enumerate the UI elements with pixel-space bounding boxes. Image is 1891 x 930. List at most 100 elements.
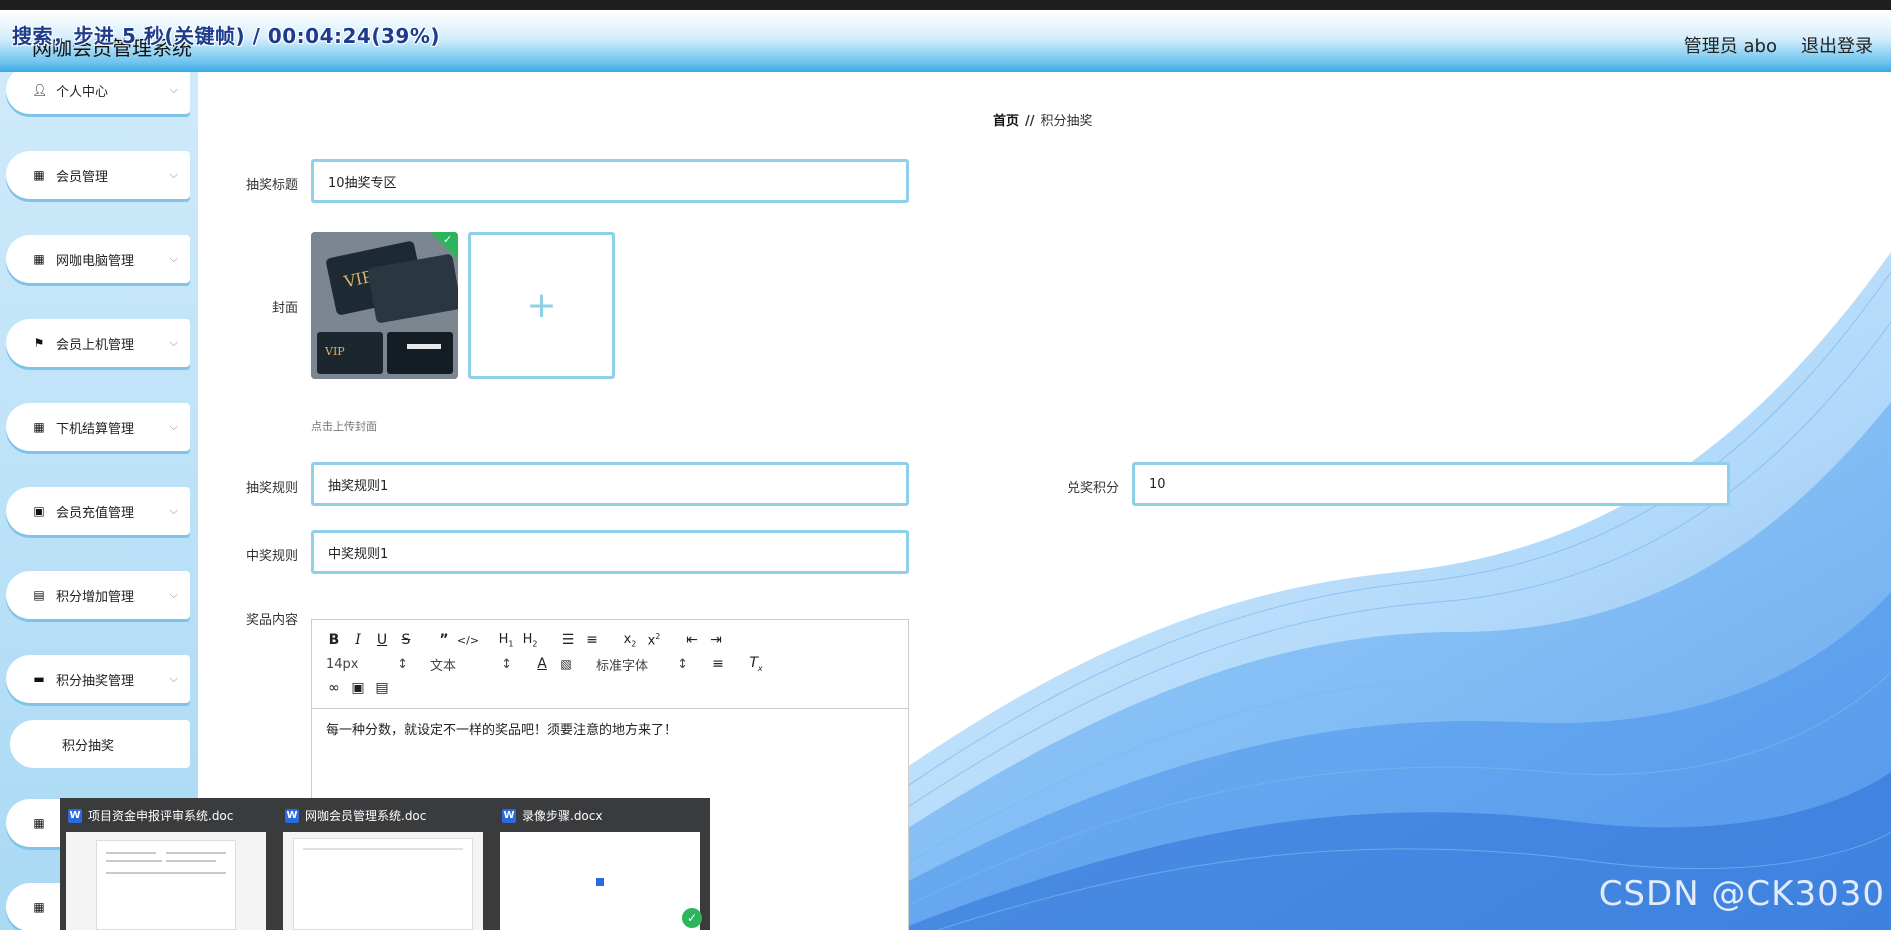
title-label: 抽奖标题 — [245, 178, 298, 193]
word-icon: W — [502, 808, 516, 823]
breadcrumb-home[interactable]: 首页 — [993, 114, 1019, 129]
grid-icon: ▦ — [33, 168, 45, 182]
outdent-icon[interactable]: ⇤ — [680, 632, 704, 648]
taskbar-window-title: 项目资金申报评审系统.doc — [88, 809, 234, 823]
plus-icon: + — [526, 285, 557, 326]
taskbar-window-2[interactable]: W 网咖会员管理系统.doc — [277, 798, 493, 930]
window-top-strip — [0, 0, 1891, 10]
clear-format-icon[interactable]: Tx — [744, 655, 768, 673]
chevron-down-icon: ⌵ — [169, 588, 178, 601]
link-icon[interactable]: ∞ — [322, 680, 346, 696]
text-color-icon[interactable]: A — [530, 656, 554, 672]
taskbar-window-title: 网咖会员管理系统.doc — [305, 809, 427, 823]
selected-badge: ✓ — [430, 232, 458, 260]
sidebar-item-logoff-settlement[interactable]: ▦ 下机结算管理 ⌵ — [6, 403, 190, 451]
header2-icon[interactable]: H2 — [518, 632, 542, 649]
strike-icon[interactable]: S — [394, 632, 418, 648]
chat-icon: ▤ — [33, 588, 45, 602]
sidebar-item-computer-management[interactable]: ▦ 网咖电脑管理 ⌵ — [6, 235, 190, 283]
rule-label: 抽奖规则 — [245, 481, 298, 496]
sidebar-item-logon-management[interactable]: ⚑ 会员上机管理 ⌵ — [6, 319, 190, 367]
superscript-icon[interactable]: x2 — [642, 632, 666, 648]
paragraph-value: 文本 — [430, 658, 457, 674]
bullet-list-icon[interactable]: ≡ — [580, 632, 604, 648]
word-icon: W — [285, 808, 299, 823]
chevron-down-icon: ⌵ — [169, 252, 178, 265]
sidebar-item-label: 会员上机管理 — [56, 337, 135, 353]
sidebar-item-points-lottery[interactable]: ▬ 积分抽奖管理 ⌵ — [6, 655, 190, 703]
sidebar-subitem-points-lottery[interactable]: 积分抽奖 — [10, 720, 190, 768]
points-label: 兑奖积分 — [1066, 481, 1119, 496]
sidebar-item-label: 积分增加管理 — [56, 589, 135, 605]
check-icon: ✓ — [443, 233, 453, 246]
header1-icon[interactable]: H1 — [494, 632, 518, 649]
breadcrumb-current: 积分抽奖 — [1040, 114, 1093, 129]
sidebar-item-label: 下机结算管理 — [56, 421, 135, 437]
upload-tip: 点击上传封面 — [311, 420, 377, 433]
chevron-down-icon: ⌵ — [169, 168, 178, 181]
font-family-select[interactable]: 标准字体 ↕ — [592, 655, 692, 674]
sidebar-subitem-label: 积分抽奖 — [62, 738, 115, 754]
win-rule-label: 中奖规则 — [245, 549, 298, 564]
breadcrumb: 首页 // 积分抽奖 — [993, 110, 1093, 129]
check-circle-icon: ✓ — [682, 908, 702, 928]
win-rule-input[interactable]: 中奖规则1 — [311, 530, 909, 574]
admin-username[interactable]: 管理员 abo — [1684, 32, 1777, 58]
upload-cover-button[interactable]: + — [468, 232, 615, 379]
sidebar-item-points-add[interactable]: ▤ 积分增加管理 ⌵ — [6, 571, 190, 619]
background-color-icon[interactable]: ▧ — [554, 657, 578, 671]
grid-icon: ▦ — [33, 816, 45, 830]
paragraph-select[interactable]: 文本 ↕ — [426, 655, 516, 674]
chevron-down-icon: ⌵ — [169, 83, 178, 96]
italic-icon[interactable]: I — [346, 632, 370, 648]
sidebar-item-personal-center[interactable]: 👤︎ 个人中心 ⌵ — [6, 72, 190, 114]
points-input[interactable]: 10 — [1132, 462, 1730, 506]
cover-label: 封面 — [271, 301, 298, 316]
taskbar-window-3[interactable]: W 录像步骤.docx ✓ — [494, 798, 710, 930]
sidebar-item-label: 会员管理 — [56, 169, 109, 185]
chevron-down-icon: ⌵ — [169, 420, 178, 433]
cover-image[interactable]: VIP VIP ✓ — [311, 232, 458, 379]
chevron-down-icon: ⌵ — [169, 504, 178, 517]
sidebar-item-label: 积分抽奖管理 — [56, 673, 135, 689]
sidebar-item-label: 个人中心 — [56, 84, 109, 100]
sidebar-item-label: 网咖电脑管理 — [56, 253, 135, 269]
sidebar-item-member-management[interactable]: ▦ 会员管理 ⌵ — [6, 151, 190, 199]
blockquote-icon[interactable]: ” — [432, 632, 456, 648]
video-icon[interactable]: ▤ — [370, 680, 394, 696]
svg-text:VIP: VIP — [324, 345, 345, 358]
breadcrumb-separator: // — [1025, 114, 1035, 129]
prize-label: 奖品内容 — [245, 613, 298, 628]
flag-icon: ⚑ — [33, 336, 45, 350]
editor-toolbar: B I U S ” </> H1 H2 ☰ ≡ x2 x2 ⇤ ⇥ 14px ↕… — [312, 620, 908, 709]
rule-input[interactable]: 抽奖规则1 — [311, 462, 909, 506]
subscript-icon[interactable]: x2 — [618, 632, 642, 649]
watermark: CSDN @CK3030 — [1598, 874, 1885, 914]
indent-icon[interactable]: ⇥ — [704, 632, 728, 648]
select-arrows-icon: ↕ — [501, 656, 512, 672]
select-arrows-icon: ↕ — [397, 656, 408, 672]
ordered-list-icon[interactable]: ☰ — [556, 632, 580, 648]
font-size-select[interactable]: 14px ↕ — [322, 657, 412, 672]
chevron-down-icon: ⌵ — [169, 672, 178, 685]
code-block-icon[interactable]: </> — [456, 634, 480, 647]
image-icon[interactable]: ▣ — [346, 680, 370, 696]
title-input[interactable]: 10抽奖专区 — [311, 159, 909, 203]
grid-icon: ▦ — [33, 420, 45, 434]
sidebar-item-label: 会员充值管理 — [56, 505, 135, 521]
bold-icon[interactable]: B — [322, 632, 346, 648]
grid-icon: ▦ — [33, 252, 45, 266]
window-preview — [283, 832, 483, 930]
font-family-value: 标准字体 — [596, 658, 649, 674]
logout-button[interactable]: 退出登录 — [1801, 32, 1873, 58]
word-icon: W — [68, 808, 82, 823]
taskbar-window-1[interactable]: W 项目资金申报评审系统.doc — [60, 798, 276, 930]
editor-content[interactable]: 每一种分数，就设定不一样的奖品吧！须要注意的地方来了！ — [312, 709, 908, 748]
underline-icon[interactable]: U — [370, 632, 394, 648]
taskbar-window-title: 录像步骤.docx — [522, 809, 603, 823]
sidebar-item-recharge-management[interactable]: ▣ 会员充值管理 ⌵ — [6, 487, 190, 535]
recording-overlay-text: 搜索，步进 5 秒(关键帧) / 00:04:24(39%) — [12, 24, 440, 48]
font-size-value: 14px — [326, 656, 359, 672]
header-actions: 管理员 abo 退出登录 — [1684, 32, 1873, 58]
align-icon[interactable]: ≡ — [706, 656, 730, 672]
